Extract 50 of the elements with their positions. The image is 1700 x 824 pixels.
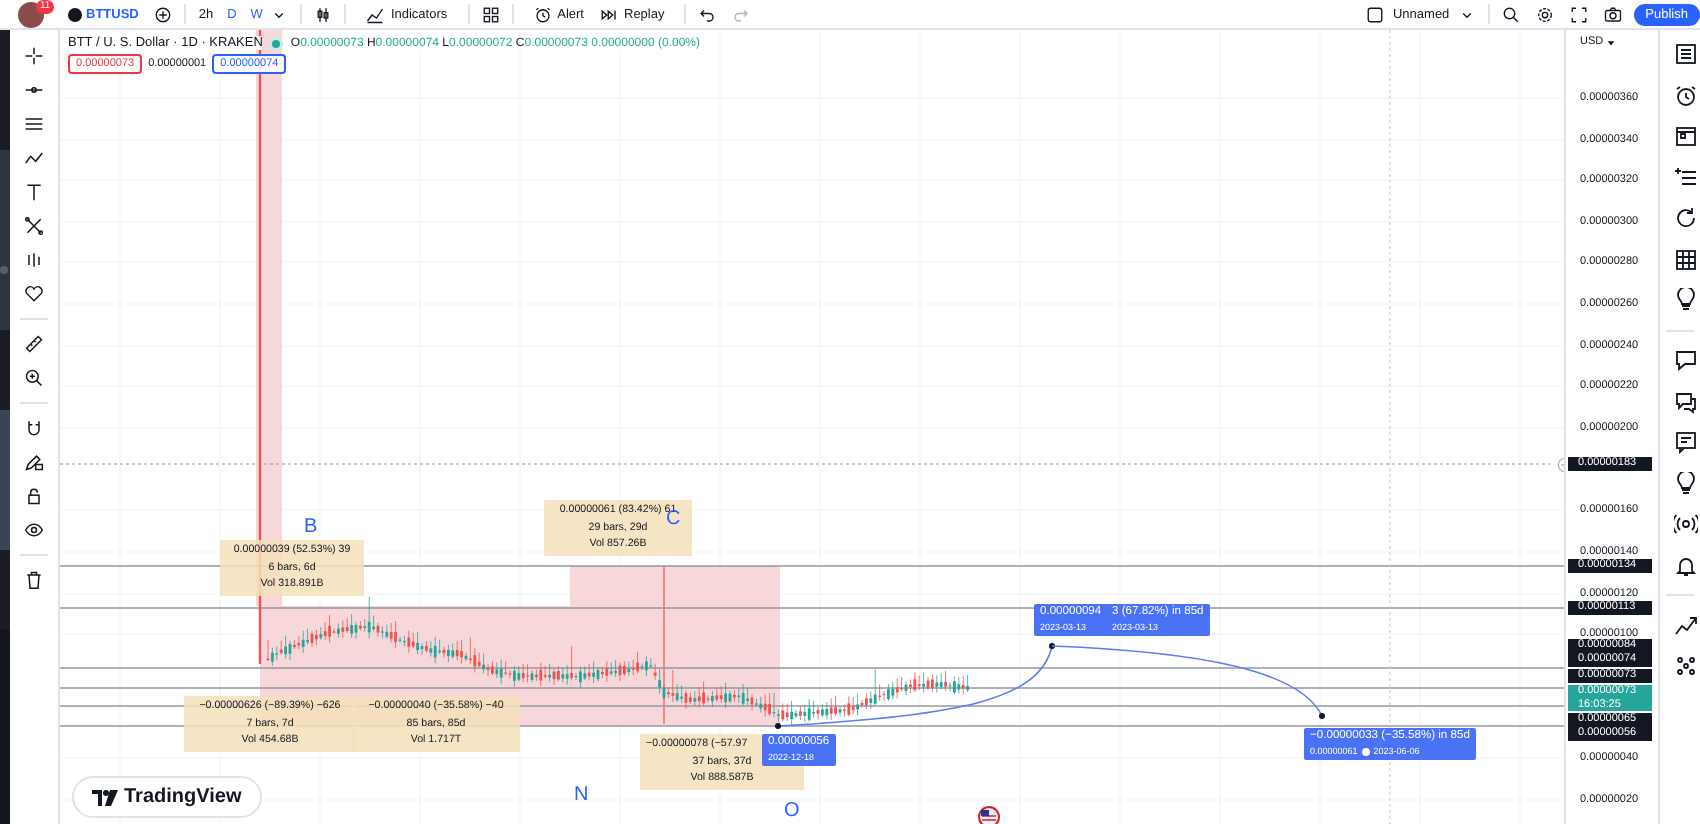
wave-label: B [304, 516, 318, 538]
grid-icon[interactable] [1674, 247, 1698, 271]
wave-label: N [574, 784, 589, 806]
alarm-clock-icon [533, 5, 552, 23]
pattern-icon[interactable] [24, 216, 44, 236]
camera-icon[interactable] [1603, 5, 1622, 23]
bell-icon[interactable] [1674, 553, 1698, 577]
coin-icon [68, 7, 82, 21]
templates-icon[interactable] [481, 5, 500, 23]
layout-checkbox-icon[interactable] [1366, 5, 1385, 23]
avatar[interactable] [18, 1, 44, 27]
chat-icon[interactable] [1674, 348, 1698, 372]
pencil-lock-icon[interactable] [24, 452, 44, 472]
magnet-icon[interactable] [24, 418, 44, 438]
alarm-clock-icon[interactable] [1674, 83, 1698, 107]
broadcast-icon[interactable] [1674, 512, 1698, 536]
undo-icon[interactable] [698, 5, 717, 23]
flag-icon [978, 806, 1000, 824]
fullscreen-icon[interactable] [1569, 5, 1588, 23]
ruler-icon[interactable] [24, 334, 44, 354]
lock-icon[interactable] [24, 486, 44, 506]
add-symbol-icon[interactable] [154, 5, 173, 23]
indicators-icon [366, 5, 385, 23]
candles-icon[interactable] [314, 5, 333, 23]
settings-icon[interactable] [1535, 5, 1554, 23]
watchlist-icon[interactable] [1674, 42, 1698, 66]
chats-icon[interactable] [1674, 389, 1698, 413]
bars-icon[interactable] [24, 250, 44, 270]
calendar-icon[interactable] [1674, 124, 1698, 148]
tradingview-logo[interactable]: TradingView [72, 776, 262, 818]
lightbulb-icon[interactable] [1674, 288, 1698, 312]
zoom-in-icon[interactable] [24, 368, 44, 388]
refresh-icon[interactable] [1674, 206, 1698, 230]
trash-icon[interactable] [24, 570, 44, 590]
dots-icon[interactable] [1674, 654, 1698, 678]
text-icon[interactable] [24, 182, 44, 202]
caret-icon[interactable] [1605, 37, 1616, 47]
parallel-lines-icon[interactable] [24, 114, 44, 134]
lightbulb-icon[interactable] [1674, 471, 1698, 495]
trend-icon[interactable] [1674, 613, 1698, 637]
search-icon[interactable] [1501, 5, 1520, 23]
heart-icon[interactable] [24, 284, 44, 304]
status-dot [272, 39, 281, 47]
message-icon[interactable] [1674, 430, 1698, 454]
eye-icon[interactable] [24, 520, 44, 540]
wave-label: O [784, 800, 800, 822]
replay-icon [600, 5, 618, 23]
zigzag-icon[interactable] [24, 148, 44, 168]
list-plus-icon[interactable] [1674, 165, 1698, 189]
crosshair-icon[interactable] [24, 46, 44, 66]
